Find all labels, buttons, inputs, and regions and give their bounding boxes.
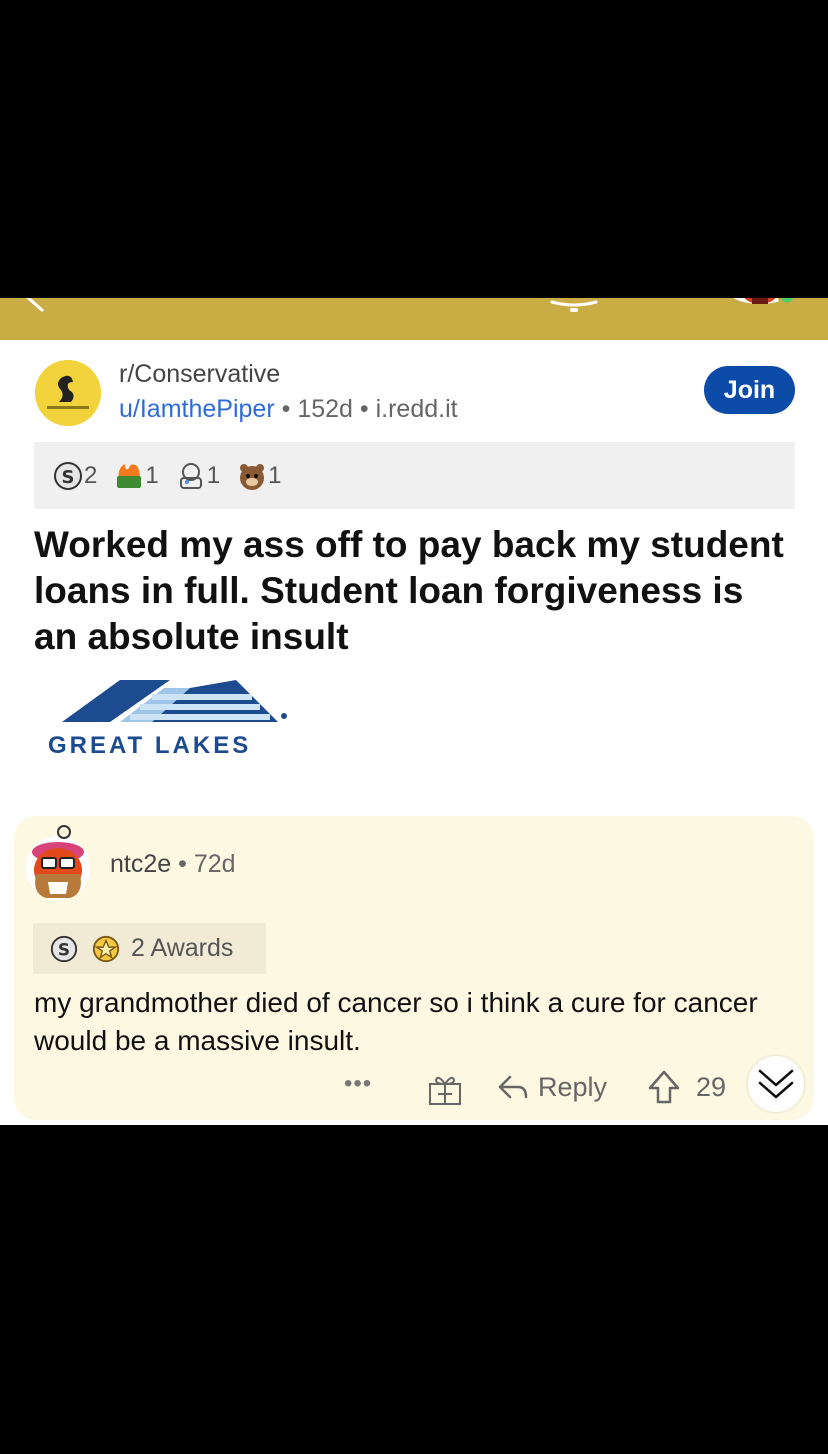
top-bar [0, 298, 828, 340]
bell-icon[interactable] [548, 298, 600, 320]
vote-controls: 29 [648, 1070, 726, 1104]
fire-money-award-icon [117, 463, 142, 488]
awards-label: 2 Awards [131, 934, 234, 962]
award-count: 2 [84, 461, 98, 489]
award-item: 1 [175, 460, 220, 492]
svg-text:S: S [58, 939, 70, 959]
back-arrow-icon[interactable] [18, 298, 48, 316]
award-count: 1 [145, 461, 159, 489]
comment-actions: ••• Reply 29 [14, 1056, 814, 1114]
post-author-link[interactable]: u/IamthePiper [119, 395, 275, 423]
bear-doll-award-icon [179, 462, 202, 489]
upvote-arrow-icon[interactable] [648, 1070, 680, 1104]
post-awards-strip[interactable]: S 2 1 1 1 [34, 442, 795, 509]
app-screen: r/Conservative u/IamthePiper • 152d • i.… [0, 298, 828, 1125]
comment-meta: ntc2e • 72d [110, 850, 236, 879]
reply-label: Reply [538, 1072, 608, 1102]
meta-separator: • [359, 395, 369, 423]
comment-age: 72d [193, 850, 236, 878]
collapse-thread-button[interactable] [748, 1056, 804, 1112]
comment-body: my grandmother died of cancer so i think… [34, 987, 758, 1056]
meta-separator: • [178, 850, 187, 878]
reply-button[interactable]: Reply [496, 1072, 607, 1103]
svg-text:S: S [62, 467, 75, 488]
award-item: S 2 [52, 460, 97, 492]
post-image[interactable]: GREAT LAKES [40, 676, 298, 776]
join-button[interactable]: Join [704, 366, 795, 414]
post-header: r/Conservative u/IamthePiper • 152d • i.… [0, 340, 828, 440]
comment-awards-strip[interactable]: S 2 Awards [33, 923, 266, 974]
post-title[interactable]: Worked my ass off to pay back my student… [34, 522, 794, 660]
reply-arrow-icon [498, 1075, 528, 1098]
award-item: 1 [236, 460, 281, 492]
award-count: 1 [268, 461, 282, 489]
post-domain-link[interactable]: i.redd.it [376, 395, 458, 423]
subreddit-avatar-icon[interactable] [35, 360, 101, 426]
great-lakes-logo-icon [62, 680, 287, 722]
comment-author[interactable]: ntc2e [110, 850, 171, 878]
commenter-avatar-icon[interactable] [22, 822, 94, 902]
subreddit-name[interactable]: r/Conservative [119, 360, 280, 389]
user-avatar-icon[interactable] [726, 298, 794, 328]
vote-score: 29 [696, 1071, 727, 1102]
award-count: 1 [206, 461, 221, 489]
bear-face-award-icon [240, 463, 265, 490]
helpful-award-icon [92, 935, 120, 962]
thumbnail-text: GREAT LAKES [48, 732, 252, 759]
post-meta: u/IamthePiper • 152d • i.redd.it [119, 395, 458, 424]
more-options-button[interactable]: ••• [344, 1070, 372, 1098]
gift-icon[interactable] [428, 1074, 462, 1106]
comment-card: ntc2e • 72d S 2 Awards my grandmother di… [14, 816, 814, 1120]
award-item: 1 [113, 460, 159, 492]
silver-award-icon: S [50, 935, 78, 962]
double-chevron-down-icon [758, 1069, 794, 1099]
meta-separator: • [281, 395, 291, 423]
post-age: 152d [297, 395, 353, 423]
silver-award-icon: S [54, 461, 82, 490]
